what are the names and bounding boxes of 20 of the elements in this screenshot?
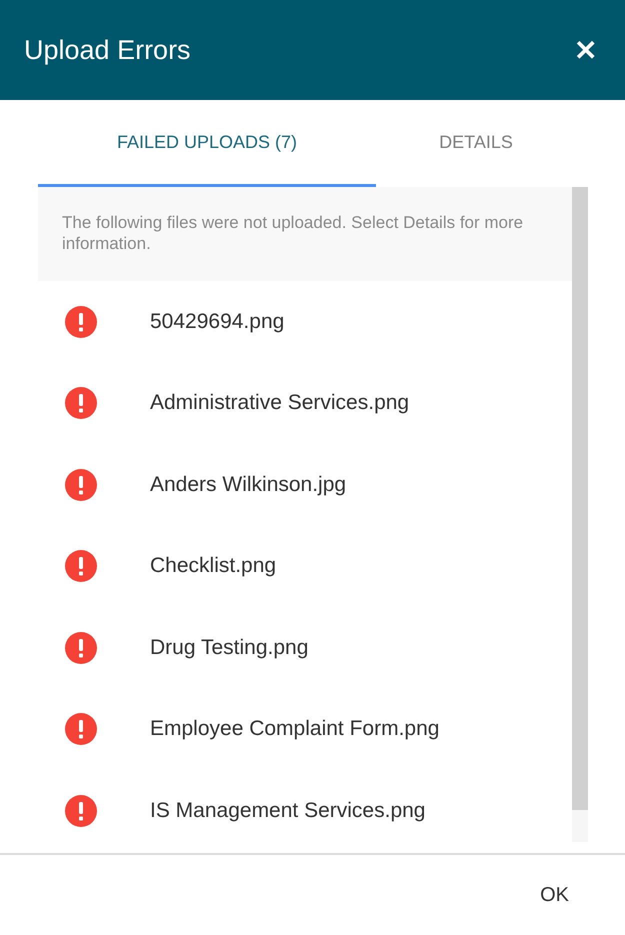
- ok-button[interactable]: OK: [530, 876, 579, 914]
- file-name: Administrative Services.png: [150, 391, 410, 416]
- file-name: Checklist.png: [150, 554, 276, 578]
- scrollbar[interactable]: [572, 187, 588, 842]
- file-name: Drug Testing.png: [150, 636, 308, 660]
- file-name: 50429694.png: [150, 310, 284, 334]
- file-name: Employee Complaint Form.png: [150, 717, 440, 742]
- tab[interactable]: DETAILS: [376, 100, 576, 187]
- error-icon: [65, 713, 97, 746]
- close-button[interactable]: ✕: [570, 32, 601, 68]
- error-icon: [65, 550, 97, 582]
- error-icon: [65, 632, 97, 664]
- info-message: The following files were not uploaded. Select Details for more information.: [38, 187, 572, 281]
- file-name: IS Management Services.png: [150, 798, 426, 823]
- dialog-title: Upload Errors: [24, 34, 191, 66]
- error-icon: [65, 387, 97, 420]
- error-icon: [65, 794, 97, 827]
- file-name: Anders Wilkinson.jpg: [150, 472, 346, 497]
- error-icon: [65, 468, 97, 501]
- error-icon: [65, 306, 97, 338]
